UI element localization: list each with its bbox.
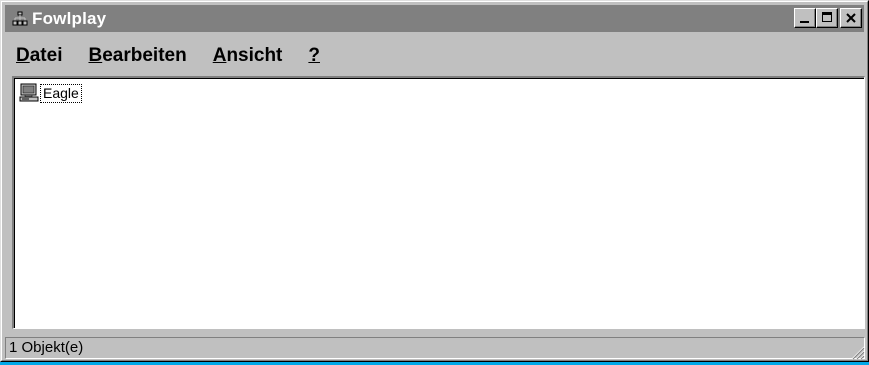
close-icon <box>841 9 861 27</box>
status-text: 1 Objekt(e) <box>5 337 865 359</box>
menu-bearbeiten[interactable]: Bearbeiten <box>78 45 196 67</box>
title-buttons <box>794 8 862 28</box>
maximize-icon <box>822 12 832 22</box>
maximize-button[interactable] <box>816 8 838 28</box>
file-list-view[interactable]: Eagle <box>12 76 865 329</box>
minimize-button[interactable] <box>794 8 816 28</box>
menu-datei[interactable]: Datei <box>5 45 72 67</box>
menu-bar: Datei Bearbeiten Ansicht ? <box>5 42 336 70</box>
title-bar[interactable]: Fowlplay <box>5 5 864 32</box>
resize-grip-icon[interactable] <box>849 344 865 360</box>
left-pane-edge <box>5 76 12 329</box>
menu-ansicht[interactable]: Ansicht <box>203 45 293 67</box>
list-item[interactable]: Eagle <box>19 83 82 103</box>
menu-help[interactable]: ? <box>298 45 330 67</box>
explorer-window: Fowlplay Datei Bearbeiten Ansicht ? Eagl… <box>0 0 869 362</box>
list-item-label[interactable]: Eagle <box>40 83 82 103</box>
window-frame: Fowlplay Datei Bearbeiten Ansicht ? Eagl… <box>1 1 868 361</box>
window-title: Fowlplay <box>32 8 107 28</box>
close-button[interactable] <box>840 8 862 28</box>
network-tree-icon[interactable] <box>11 10 29 28</box>
computer-icon <box>19 83 39 103</box>
minimize-icon <box>800 21 809 23</box>
status-bar: 1 Objekt(e) <box>5 336 865 360</box>
